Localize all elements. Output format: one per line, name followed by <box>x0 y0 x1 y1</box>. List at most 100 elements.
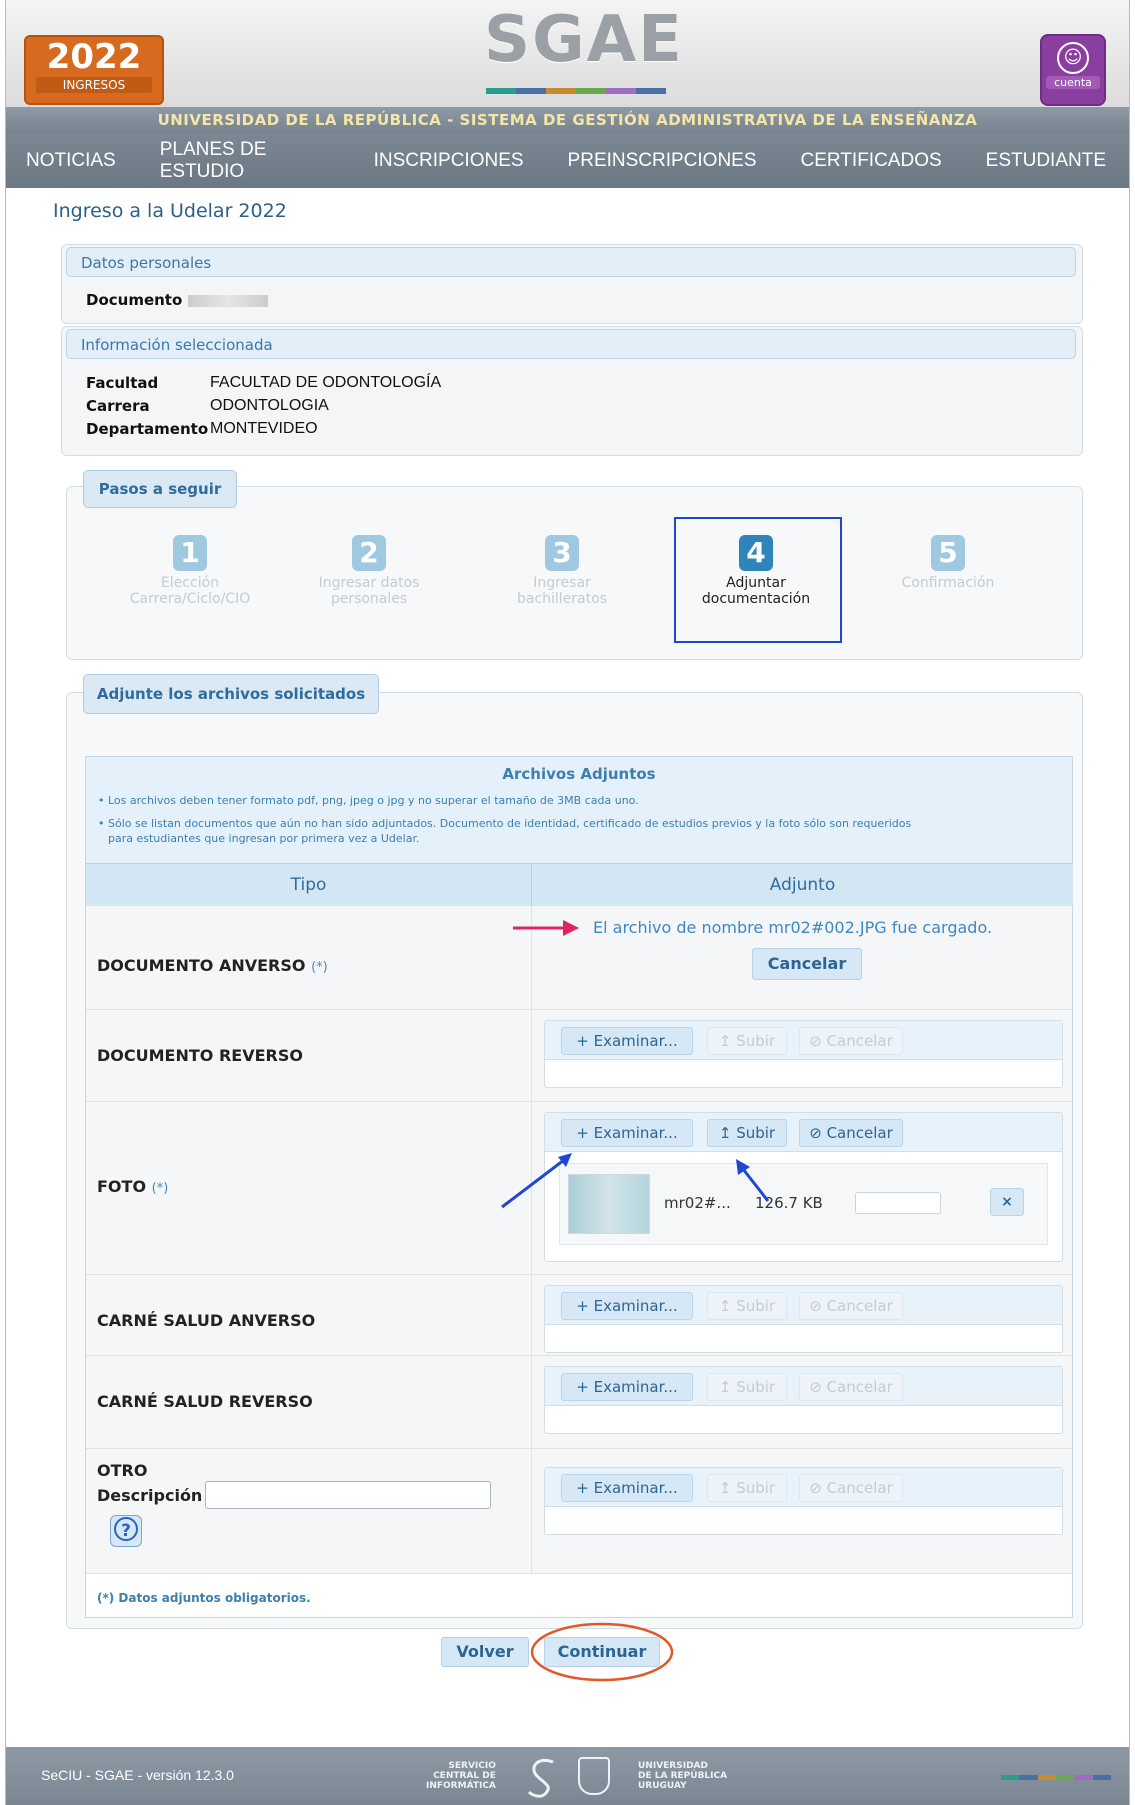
account-button[interactable]: ☺ cuenta <box>1040 34 1106 106</box>
cancel-upload-button[interactable]: Cancelar <box>752 948 862 980</box>
required-mark: (*) <box>151 1181 169 1196</box>
cancelar-button[interactable]: ⊘ Cancelar <box>799 1474 903 1502</box>
university-banner: UNIVERSIDAD DE LA REPÚBLICA - SISTEMA DE… <box>6 107 1129 133</box>
attach-heading: Adjunte los archivos solicitados <box>83 674 379 714</box>
nav-noticias[interactable]: NOTICIAS <box>26 150 116 172</box>
row-divider <box>531 1010 532 1101</box>
servicio-central-logo-text: SERVICIO CENTRAL DE INFORMÁTICA <box>426 1761 496 1791</box>
step-3-label-line1: Ingresar <box>533 575 591 591</box>
attachments-note-1: • Los archivos deben tener formato pdf, … <box>98 794 639 807</box>
row-carne-salud-anverso: CARNÉ SALUD ANVERSO + Examinar... ↥ Subi… <box>86 1275 1072 1356</box>
col-tipo-header: Tipo <box>86 863 531 907</box>
row-foto: FOTO (*) + Examinar... ↥ Subir ⊘ Cancela… <box>86 1102 1072 1275</box>
nav-certificados[interactable]: CERTIFICADOS <box>801 150 942 172</box>
volver-button[interactable]: Volver <box>441 1637 529 1667</box>
required-mark: (*) <box>311 960 328 975</box>
step-3-label-line2: bachilleratos <box>516 591 607 607</box>
cancelar-button[interactable]: ⊘ Cancelar <box>799 1027 903 1055</box>
attachments-note-2: • Sólo se listan documentos que aún no h… <box>98 817 912 830</box>
examinar-button[interactable]: + Examinar... <box>561 1292 693 1320</box>
logo-year-label: INGRESOS <box>36 77 152 93</box>
cancelar-button[interactable]: ⊘ Cancelar <box>799 1119 903 1147</box>
nav-preinscripciones[interactable]: PREINSCRIPCIONES <box>568 150 757 172</box>
steps-heading: Pasos a seguir <box>83 470 237 508</box>
career-row: Carrera ODONTOLOGIA <box>86 397 329 416</box>
faculty-row: Facultad FACULTAD DE ODONTOLOGÍA <box>86 374 441 393</box>
required-footnote: (*) Datos adjuntos obligatorios. <box>97 1591 311 1605</box>
udelar-line3: URUGUAY <box>638 1781 687 1791</box>
udelar-line2: DE LA REPÚBLICA <box>638 1771 728 1781</box>
faculty-label: Facultad <box>86 374 159 392</box>
step-2-label-line1: Ingresar datos <box>318 575 420 591</box>
uploader: + Examinar... ↥ Subir ⊘ Cancelar <box>544 1285 1063 1353</box>
subir-button[interactable]: ↥ Subir <box>707 1373 787 1401</box>
step-1-number: 1 <box>173 535 207 571</box>
step-5-label-line1: Confirmación <box>901 575 995 591</box>
descripcion-input[interactable] <box>205 1481 491 1509</box>
row-label: DOCUMENTO REVERSO <box>97 1046 303 1065</box>
col-adjunto-header: Adjunto <box>531 863 1073 907</box>
nav-estudiante[interactable]: ESTUDIANTE <box>986 150 1106 172</box>
help-icon-circle: ? <box>114 1517 138 1541</box>
footer-color-bar <box>1001 1775 1111 1780</box>
step-2-label-line2: personales <box>330 591 408 607</box>
udelar-shield-icon <box>578 1757 610 1795</box>
remove-file-button[interactable]: × <box>990 1188 1024 1216</box>
career-value: ODONTOLOGIA <box>210 397 329 414</box>
department-row: Departamento MONTEVIDEO <box>86 420 318 439</box>
progress-field <box>855 1192 941 1214</box>
site-footer: SeCIU - SGAE - versión 12.3.0 SERVICIO C… <box>6 1747 1129 1805</box>
personal-data-heading-text: Datos personales <box>81 254 212 272</box>
examinar-button[interactable]: + Examinar... <box>561 1373 693 1401</box>
continuar-highlight-ellipse <box>530 1622 674 1682</box>
blue-arrow-annotations <box>501 1153 770 1209</box>
help-icon[interactable]: ? <box>110 1515 142 1547</box>
account-label: cuenta <box>1046 76 1100 89</box>
attachments-title: Archivos Adjuntos <box>502 765 656 783</box>
step-2-number: 2 <box>352 535 386 571</box>
row-divider <box>531 1449 532 1573</box>
nav-inscripciones[interactable]: INSCRIPCIONES <box>374 150 524 172</box>
otro-label: OTRO <box>97 1461 148 1480</box>
logo-year: 2022 <box>46 37 142 77</box>
row-label: CARNÉ SALUD ANVERSO <box>97 1311 316 1330</box>
uploader: + Examinar... ↥ Subir ⊘ Cancelar <box>544 1020 1063 1088</box>
version-text: SeCIU - SGAE - versión 12.3.0 <box>41 1767 234 1783</box>
faculty-value: FACULTAD DE ODONTOLOGÍA <box>210 374 442 391</box>
descripcion-label: Descripción <box>97 1486 203 1505</box>
row-divider <box>531 1275 532 1355</box>
uploader: + Examinar... ↥ Subir ⊘ Cancelar <box>544 1467 1063 1535</box>
step-5-number: 5 <box>931 535 965 571</box>
active-step-highlight <box>674 517 842 643</box>
cancelar-button[interactable]: ⊘ Cancelar <box>799 1292 903 1320</box>
page-frame: 2022 INGRESOS SGAE ☺ cuenta UNIVERSIDAD … <box>5 0 1130 1805</box>
selected-info-heading: Información seleccionada <box>66 329 1076 359</box>
row-label-text: FOTO <box>97 1177 147 1196</box>
site-header: 2022 INGRESOS SGAE ☺ cuenta <box>6 0 1129 107</box>
department-label: Departamento <box>86 420 209 438</box>
row-documento-anverso: DOCUMENTO ANVERSO (*) El archivo de nomb… <box>86 906 1072 1010</box>
udelar-logo-text: UNIVERSIDAD DE LA REPÚBLICA URUGUAY <box>638 1761 727 1791</box>
subir-button[interactable]: ↥ Subir <box>707 1474 787 1502</box>
cancelar-button[interactable]: ⊘ Cancelar <box>799 1373 903 1401</box>
examinar-button[interactable]: + Examinar... <box>561 1027 693 1055</box>
page-title: Ingreso a la Udelar 2022 <box>53 200 287 222</box>
row-otro: OTRO Descripción ? + Examinar... ↥ Subir… <box>86 1449 1072 1574</box>
main-nav: NOTICIAS PLANES DE ESTUDIO INSCRIPCIONES… <box>6 133 1129 188</box>
document-value-redacted <box>188 294 269 307</box>
attachments-info: Archivos Adjuntos • Los archivos deben t… <box>86 757 1072 863</box>
seciu-logo-icon <box>527 1759 554 1798</box>
ingresos-2022-logo[interactable]: 2022 INGRESOS <box>24 35 164 105</box>
step-1-label-line1: Elección <box>160 575 220 591</box>
accessibility-icon: ☺ <box>1057 42 1089 74</box>
uploader: + Examinar... ↥ Subir ⊘ Cancelar <box>544 1366 1063 1434</box>
nav-planes-de-estudio[interactable]: PLANES DE ESTUDIO <box>160 139 330 183</box>
subir-button[interactable]: ↥ Subir <box>707 1292 787 1320</box>
servicio-line2: CENTRAL DE <box>433 1771 496 1781</box>
step-3-number: 3 <box>545 535 579 571</box>
examinar-button[interactable]: + Examinar... <box>561 1474 693 1502</box>
subir-button[interactable]: ↥ Subir <box>707 1027 787 1055</box>
sgae-color-bar <box>486 88 666 94</box>
career-label: Carrera <box>86 397 150 415</box>
selected-info-heading-text: Información seleccionada <box>81 336 273 354</box>
